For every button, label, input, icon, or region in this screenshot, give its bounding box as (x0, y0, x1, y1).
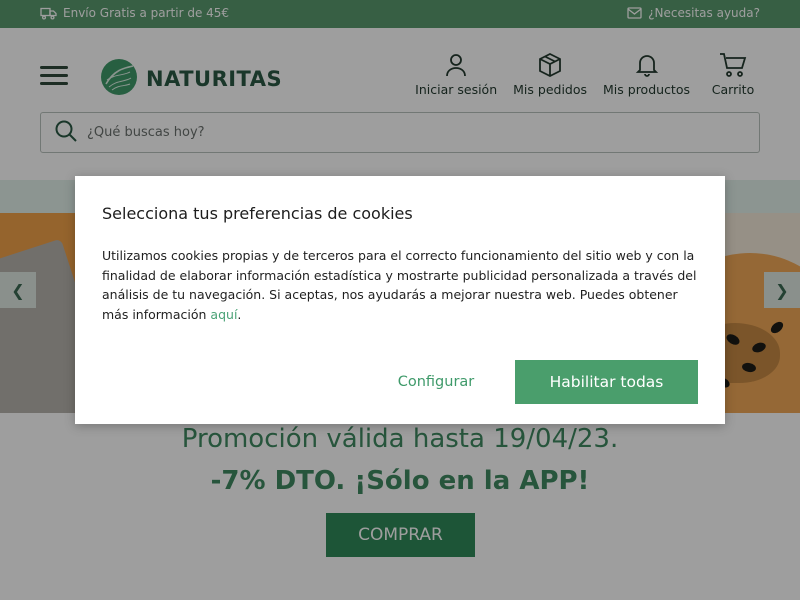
more-info-link[interactable]: aquí (210, 307, 237, 322)
cookie-modal-text: Utilizamos cookies propias y de terceros… (102, 248, 697, 322)
cookie-modal-body: Utilizamos cookies propias y de terceros… (102, 246, 702, 324)
enable-all-button[interactable]: Habilitar todas (515, 360, 698, 404)
cookie-modal-text-end: . (237, 306, 242, 322)
cookie-consent-modal: Selecciona tus preferencias de cookies U… (75, 176, 725, 424)
configure-button[interactable]: Configurar (375, 360, 497, 404)
cookie-modal-title: Selecciona tus preferencias de cookies (102, 204, 413, 223)
